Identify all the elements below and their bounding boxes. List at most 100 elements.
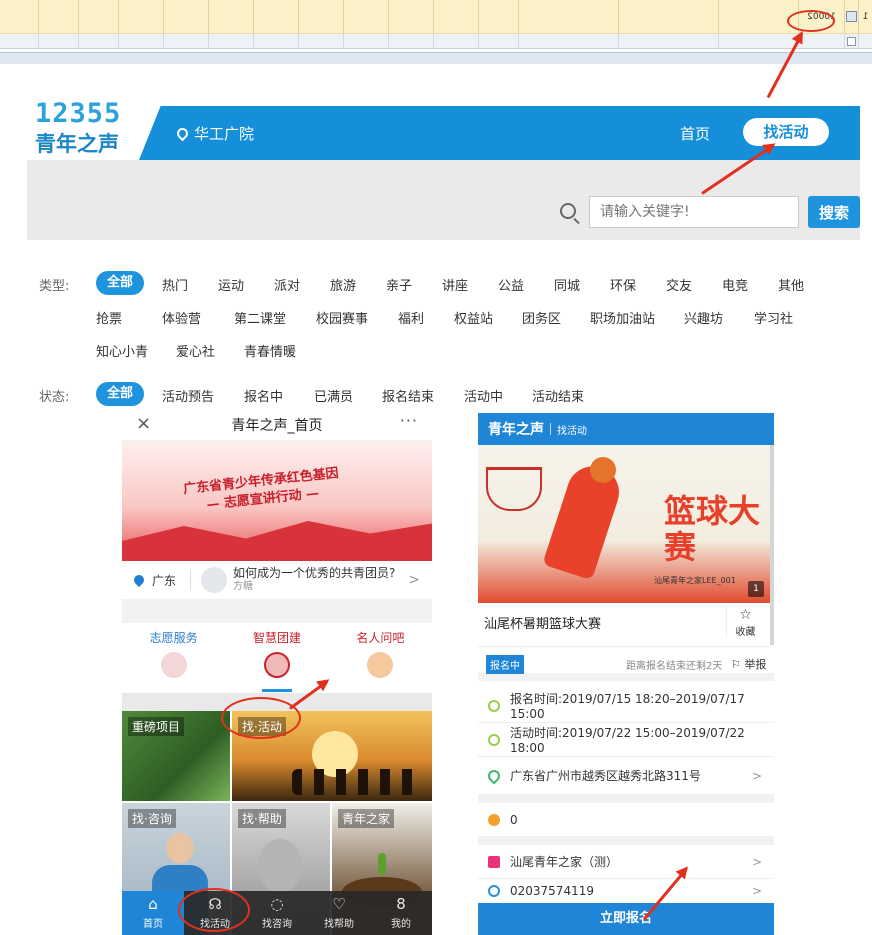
filter-chip[interactable]: 全部 — [96, 382, 145, 406]
filter-chip[interactable]: 其他 — [778, 275, 804, 294]
filter-chip[interactable]: 知心小青 — [96, 341, 148, 360]
filter-chip[interactable]: 活动结束 — [532, 386, 584, 405]
tab-home[interactable]: ⌂ 首页 — [122, 891, 184, 935]
filter-chip[interactable]: 爱心社 — [176, 341, 215, 360]
report-link[interactable]: ⚐ 举报 — [731, 656, 766, 672]
scrollbar[interactable] — [770, 445, 774, 645]
grid-cell — [208, 0, 253, 33]
grid-header-cell[interactable] — [163, 34, 208, 48]
more-icon[interactable]: ··· — [400, 411, 418, 430]
tab-find-help[interactable]: ♡ 找帮助 — [308, 891, 370, 935]
grid-header-cell[interactable] — [208, 34, 253, 48]
clock-icon — [488, 699, 500, 712]
grid-select-all-checkbox[interactable] — [844, 34, 858, 48]
location-pin-icon — [485, 767, 503, 784]
grid-header-cell[interactable] — [38, 34, 78, 48]
location-selector[interactable]: 华工广院 — [174, 123, 254, 144]
filter-chip[interactable]: 活动预告 — [162, 386, 214, 405]
mobile-home-screen: × 青年之声_首页 ··· 广东省青少年传承红色基因 — 志愿宣讲行动 — 广东… — [122, 407, 432, 935]
tab-find-consult[interactable]: ◌ 找咨询 — [246, 891, 308, 935]
divider — [550, 423, 551, 435]
filter-chip[interactable]: 抢票 — [96, 308, 122, 327]
mobile-title-bar: × 青年之声_首页 ··· — [122, 407, 432, 441]
filter-chip[interactable]: 同城 — [554, 275, 580, 294]
annotation-circle — [787, 10, 835, 32]
grid-header-cell[interactable] — [618, 34, 718, 48]
filter-chip[interactable]: 校园赛事 — [316, 308, 368, 327]
status-filter-label: 状态: — [39, 390, 70, 405]
grid-cell-edit-link[interactable] — [78, 0, 118, 33]
event-time: 活动时间:2019/07/22 15:00–2019/07/22 18:00 — [510, 726, 745, 755]
home-banner[interactable]: 广东省青少年传承红色基因 — 志愿宣讲行动 — — [122, 441, 432, 561]
site-logo[interactable]: 12355 青年之声 — [27, 94, 147, 160]
filter-chip[interactable]: 职场加油站 — [590, 308, 655, 327]
service-celebrity-qa[interactable]: 名人问吧 — [329, 623, 432, 687]
grid-header-cell[interactable] — [718, 34, 798, 48]
grid-header-cell[interactable] — [253, 34, 298, 48]
grid-cell — [518, 0, 618, 33]
grid-header-cell[interactable] — [478, 34, 518, 48]
filter-chip[interactable]: 活动中 — [464, 386, 503, 405]
grid-header-cell[interactable] — [343, 34, 388, 48]
phone-row[interactable]: 02037574119 > — [478, 879, 774, 903]
filter-chip[interactable]: 团务区 — [522, 308, 561, 327]
favorite-label: 收藏 — [735, 627, 756, 638]
filter-chip[interactable]: 环保 — [610, 275, 636, 294]
grid-header-cell[interactable] — [298, 34, 343, 48]
filter-chip[interactable]: 亲子 — [386, 275, 412, 294]
filter-chip[interactable]: 体验营 — [162, 308, 201, 327]
person-head — [166, 833, 194, 863]
question-text: 如何成为一个优秀的共青团员? — [233, 566, 396, 580]
signup-button[interactable]: 立即报名 — [478, 903, 774, 935]
mobile-activity-detail: 青年之声 找活动 篮球大赛 汕尾青年之家LEE_001 1 汕尾杯暑期篮球大赛 … — [478, 413, 774, 935]
filter-chip[interactable]: 热门 — [162, 275, 188, 294]
service-volunteer[interactable]: 志愿服务 — [122, 623, 225, 687]
organizer-row[interactable]: 汕尾青年之家（测） > — [478, 845, 774, 879]
nav-find-activity[interactable]: 找活动 — [743, 118, 829, 146]
service-label: 智慧团建 — [252, 631, 301, 645]
mirrored-grid-strip: 1 10002 — [0, 0, 872, 52]
grid-header-cell[interactable] — [433, 34, 478, 48]
filter-chip[interactable]: 派对 — [274, 275, 300, 294]
event-poster[interactable]: 篮球大赛 汕尾青年之家LEE_001 1 — [478, 445, 770, 603]
section-gap — [478, 795, 774, 803]
search-button[interactable]: 搜索 — [808, 196, 860, 228]
grid-row-expander[interactable] — [844, 0, 858, 33]
filter-chip[interactable]: 权益站 — [454, 308, 493, 327]
filter-chip[interactable]: 全部 — [96, 271, 145, 295]
address-row[interactable]: 广东省广州市越秀区越秀北路311号 > — [478, 757, 774, 795]
grid-header-cell[interactable] — [518, 34, 618, 48]
grid-row-1[interactable]: 1 10002 — [0, 0, 872, 34]
tab-label: 找帮助 — [324, 919, 354, 930]
tab-mine[interactable]: 8 我的 — [370, 891, 432, 935]
clock-icon — [488, 733, 500, 746]
grid-header-cell[interactable] — [118, 34, 163, 48]
filter-chip[interactable]: 报名结束 — [382, 386, 434, 405]
location-pin-icon — [174, 125, 191, 142]
tab-label: 找咨询 — [262, 919, 292, 930]
filter-chip[interactable]: 第二课堂 — [234, 308, 286, 327]
nav-home[interactable]: 首页 — [680, 123, 710, 144]
filter-chip[interactable]: 交友 — [666, 275, 692, 294]
favorite-button[interactable]: ☆ 收藏 — [726, 607, 764, 638]
grid-cell — [298, 0, 343, 33]
filter-chip[interactable]: 青春情暖 — [244, 341, 296, 360]
search-input[interactable] — [589, 196, 799, 228]
filter-chip[interactable]: 已满员 — [314, 386, 353, 405]
poster-page-indicator: 1 — [748, 581, 764, 597]
filter-chip[interactable]: 报名中 — [244, 386, 283, 405]
location-question-row[interactable]: 广东 如何成为一个优秀的共青团员? 方糖 > — [122, 561, 432, 605]
filter-chip[interactable]: 电竞 — [722, 275, 748, 294]
filter-chip[interactable]: 运动 — [218, 275, 244, 294]
filter-chip[interactable]: 旅游 — [330, 275, 356, 294]
filter-chip[interactable]: 学习社 — [754, 308, 793, 327]
section-label: 找活动 — [557, 425, 587, 437]
filter-chip[interactable]: 兴趣坊 — [684, 308, 723, 327]
service-smart-league[interactable]: 智慧团建 — [225, 623, 328, 687]
filter-chip[interactable]: 福利 — [398, 308, 424, 327]
grid-header-cell[interactable] — [388, 34, 433, 48]
tile-key-projects[interactable]: 重磅项目 — [122, 711, 230, 801]
filter-chip[interactable]: 讲座 — [442, 275, 468, 294]
grid-header-cell[interactable] — [78, 34, 118, 48]
filter-chip[interactable]: 公益 — [498, 275, 524, 294]
